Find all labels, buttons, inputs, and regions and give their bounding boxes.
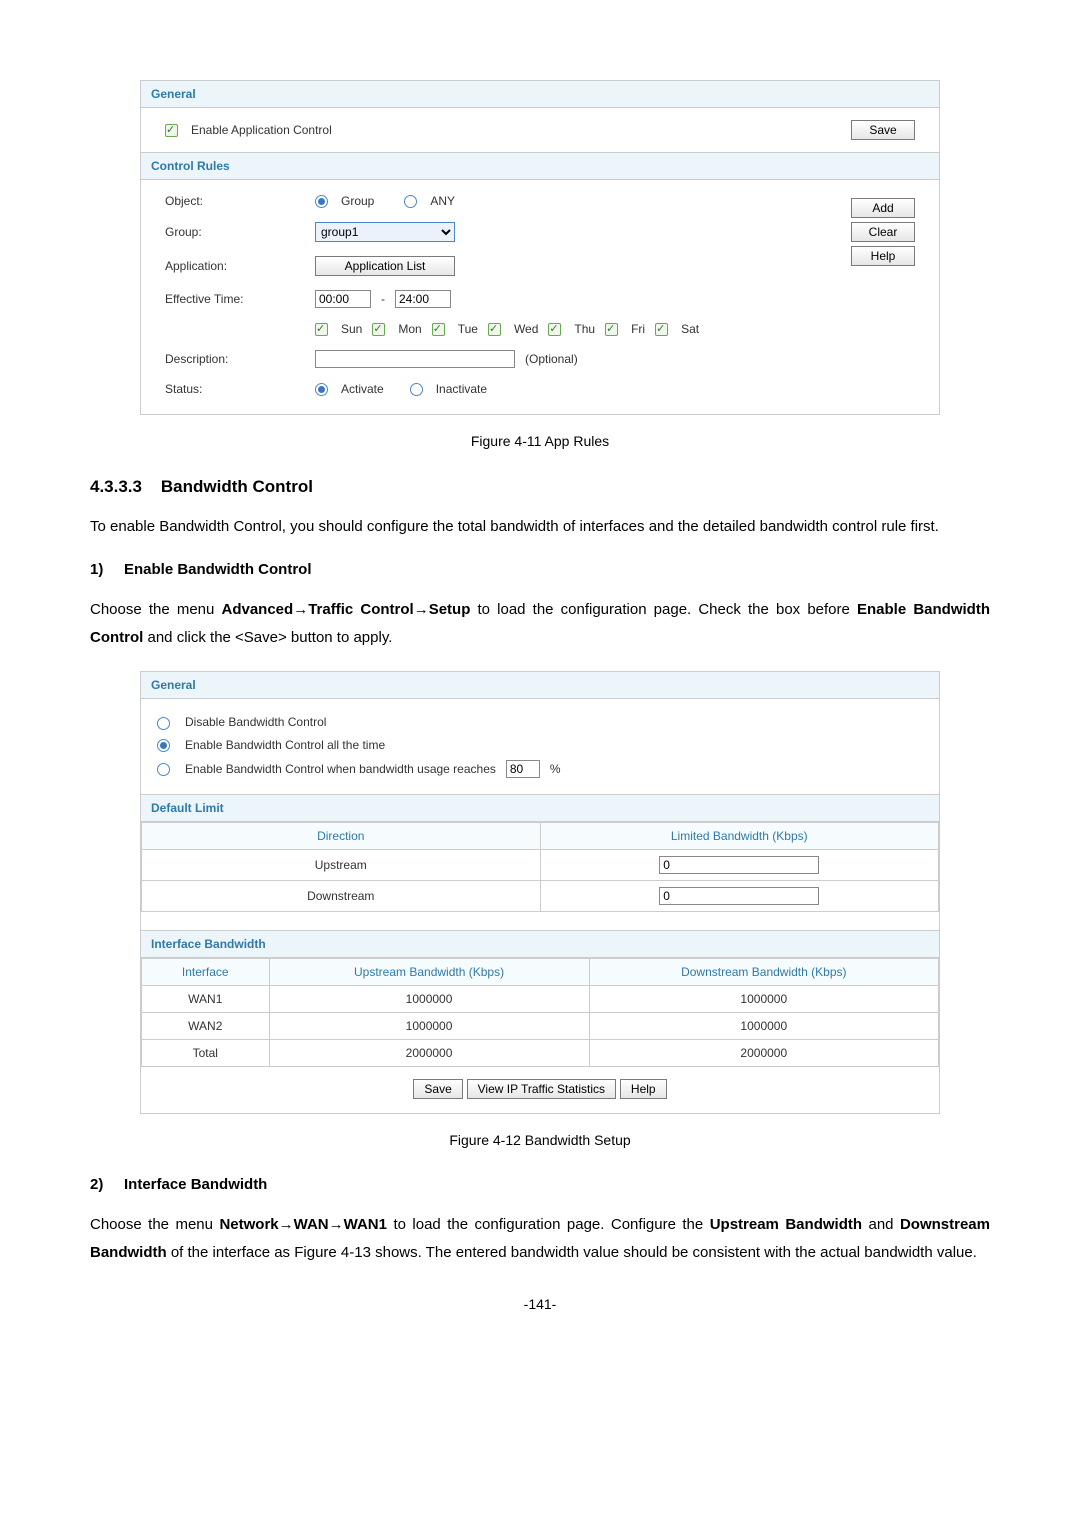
day-fri-checkbox[interactable] bbox=[605, 323, 618, 336]
object-label: Object: bbox=[165, 194, 305, 208]
default-limit-table: Direction Limited Bandwidth (Kbps) Upstr… bbox=[141, 822, 939, 912]
step-2-paragraph: Choose the menu Network→WAN→WAN1 to load… bbox=[90, 1211, 990, 1267]
help-button-2[interactable]: Help bbox=[620, 1079, 667, 1099]
figure-4-11-caption: Figure 4-11 App Rules bbox=[90, 433, 990, 449]
enable-app-control-checkbox[interactable] bbox=[165, 124, 178, 137]
table-row: WAN2 1000000 1000000 bbox=[142, 1012, 939, 1039]
view-ip-traffic-stats-button[interactable]: View IP Traffic Statistics bbox=[467, 1079, 616, 1099]
time-from-input[interactable] bbox=[315, 290, 371, 308]
row-downstream: Downstream bbox=[142, 880, 541, 911]
enable-app-control-label: Enable Application Control bbox=[191, 123, 332, 137]
upstream-limit-input[interactable] bbox=[659, 856, 819, 874]
group-label: Group: bbox=[165, 225, 305, 239]
page-number: -141- bbox=[90, 1296, 990, 1312]
application-label: Application: bbox=[165, 259, 305, 273]
group-select[interactable]: group1 bbox=[315, 222, 455, 242]
status-label: Status: bbox=[165, 382, 305, 396]
enable-all-label: Enable Bandwidth Control all the time bbox=[185, 738, 385, 752]
pct-input[interactable] bbox=[506, 760, 540, 778]
object-any-text: ANY bbox=[430, 194, 455, 208]
save-button[interactable]: Save bbox=[851, 120, 915, 140]
col-downstream: Downstream Bandwidth (Kbps) bbox=[589, 958, 938, 985]
default-limit-header: Default Limit bbox=[141, 794, 939, 822]
description-hint: (Optional) bbox=[525, 352, 578, 366]
app-rules-panel: General Enable Application Control Save … bbox=[140, 80, 940, 415]
day-sat-checkbox[interactable] bbox=[655, 323, 668, 336]
time-to-input[interactable] bbox=[395, 290, 451, 308]
bandwidth-setup-panel: General Disable Bandwidth Control Enable… bbox=[140, 671, 940, 1114]
col-direction: Direction bbox=[142, 822, 541, 849]
disable-bw-radio[interactable] bbox=[157, 717, 170, 730]
step-2-heading: 2)Interface Bandwidth bbox=[90, 1176, 990, 1193]
status-inactivate-radio[interactable] bbox=[410, 383, 423, 396]
section-heading: 4.3.3.3 Bandwidth Control bbox=[90, 477, 990, 497]
status-activate-radio[interactable] bbox=[315, 383, 328, 396]
col-limited: Limited Bandwidth (Kbps) bbox=[540, 822, 939, 849]
day-wed-checkbox[interactable] bbox=[488, 323, 501, 336]
intro-paragraph: To enable Bandwidth Control, you should … bbox=[90, 513, 990, 541]
application-list-button[interactable]: Application List bbox=[315, 256, 455, 276]
row-upstream: Upstream bbox=[142, 849, 541, 880]
day-sun-checkbox[interactable] bbox=[315, 323, 328, 336]
object-group-radio[interactable] bbox=[315, 195, 328, 208]
interface-bandwidth-table: Interface Upstream Bandwidth (Kbps) Down… bbox=[141, 958, 939, 1067]
interface-bandwidth-header: Interface Bandwidth bbox=[141, 930, 939, 958]
figure-4-12-caption: Figure 4-12 Bandwidth Setup bbox=[90, 1132, 990, 1148]
object-group-text: Group bbox=[341, 194, 374, 208]
day-thu-checkbox[interactable] bbox=[548, 323, 561, 336]
description-label: Description: bbox=[165, 352, 305, 366]
help-button[interactable]: Help bbox=[851, 246, 915, 266]
object-any-radio[interactable] bbox=[404, 195, 417, 208]
clear-button[interactable]: Clear bbox=[851, 222, 915, 242]
enable-reach-label: Enable Bandwidth Control when bandwidth … bbox=[185, 762, 496, 776]
description-input[interactable] bbox=[315, 350, 515, 368]
day-mon-checkbox[interactable] bbox=[372, 323, 385, 336]
enable-reach-radio[interactable] bbox=[157, 763, 170, 776]
downstream-limit-input[interactable] bbox=[659, 887, 819, 905]
col-upstream: Upstream Bandwidth (Kbps) bbox=[269, 958, 589, 985]
control-rules-header: Control Rules bbox=[141, 152, 939, 180]
general-header-2: General bbox=[141, 672, 939, 699]
add-button[interactable]: Add bbox=[851, 198, 915, 218]
save-button-2[interactable]: Save bbox=[413, 1079, 462, 1099]
effective-time-label: Effective Time: bbox=[165, 292, 305, 306]
day-tue-checkbox[interactable] bbox=[432, 323, 445, 336]
table-row: Total 2000000 2000000 bbox=[142, 1039, 939, 1066]
step-1-heading: 1)Enable Bandwidth Control bbox=[90, 561, 990, 578]
disable-bw-label: Disable Bandwidth Control bbox=[185, 715, 326, 729]
step-1-paragraph: Choose the menu Advanced→Traffic Control… bbox=[90, 596, 990, 652]
table-row: WAN1 1000000 1000000 bbox=[142, 985, 939, 1012]
col-interface: Interface bbox=[142, 958, 270, 985]
general-header: General bbox=[141, 81, 939, 108]
enable-all-radio[interactable] bbox=[157, 739, 170, 752]
